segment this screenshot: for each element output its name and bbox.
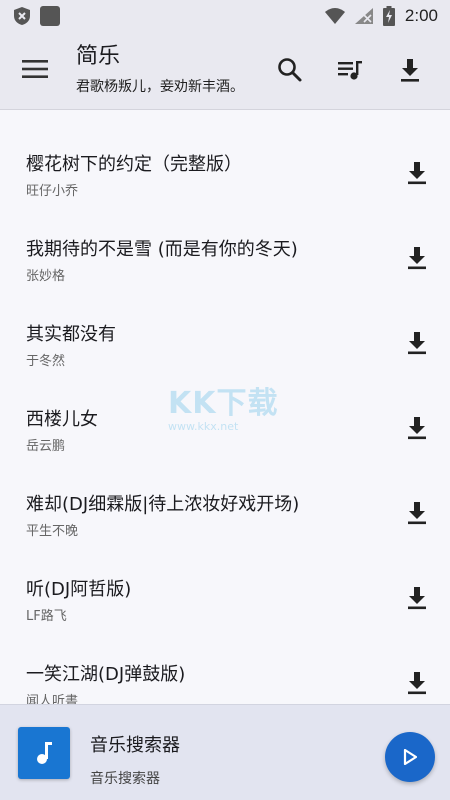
status-bar-right: 2:00 [324,6,438,26]
album-art[interactable] [18,727,70,779]
download-icon[interactable] [404,500,430,526]
song-artist: LF路飞 [26,609,67,624]
song-artist: 岳云鹏 [26,439,66,454]
song-artist: 旺仔小乔 [26,184,79,199]
wifi-icon [324,8,345,24]
song-title: 樱花树下的约定（完整版） [26,154,242,175]
song-artist: 平生不晚 [26,524,79,539]
music-note-icon [37,742,52,764]
download-icon[interactable] [404,245,430,271]
status-bar: 2:00 [0,0,450,32]
download-icon[interactable] [404,670,430,696]
shield-x-icon [14,7,30,25]
song-item[interactable]: 西楼儿女 岳云鹏 [0,405,450,490]
song-title: 我期待的不是雪 (而是有你的冬天) [26,239,298,260]
status-time: 2:00 [404,6,438,25]
song-item[interactable]: 听(DJ阿哲版) LF路飞 [0,575,450,660]
partially-visible-artist: · · · · [26,110,55,115]
song-title: 其实都没有 [26,324,116,345]
song-item[interactable]: 难却(DJ细霖版|待上浓妆好戏开场) 平生不晚 [0,490,450,575]
song-title: 一笑江湖(DJ弹鼓版) [26,664,186,685]
player-subtitle: 音乐搜索器 [90,771,160,787]
download-icon[interactable] [404,330,430,356]
queue-music-icon[interactable] [336,56,364,84]
no-signal-icon [354,8,373,24]
download-icon[interactable] [396,56,424,84]
download-icon[interactable] [404,415,430,441]
menu-icon[interactable] [22,58,48,80]
notification-app-icon [40,6,60,26]
song-artist: 张妙格 [26,269,66,284]
status-bar-left [14,6,60,26]
battery-charging-icon [382,6,395,26]
song-item[interactable]: 一笑江湖(DJ弹鼓版) 闻人听書 [0,660,450,704]
song-title: 听(DJ阿哲版) [26,579,132,600]
app-title: 简乐 [76,44,121,69]
song-artist: 于冬然 [26,354,66,369]
song-item[interactable]: 我期待的不是雪 (而是有你的冬天) 张妙格 [0,235,450,320]
app-subtitle: 君歌杨叛儿，妾劝新丰酒。 [76,79,244,95]
mini-player[interactable]: 音乐搜索器 音乐搜索器 [0,704,450,800]
play-button[interactable] [385,732,435,782]
song-item[interactable]: 其实都没有 于冬然 [0,320,450,405]
song-title: 难却(DJ细霖版|待上浓妆好戏开场) [26,494,300,515]
app-bar: 简乐 君歌杨叛儿，妾劝新丰酒。 [0,32,450,110]
app-titles: 简乐 君歌杨叛儿，妾劝新丰酒。 [76,42,244,96]
song-title: 西楼儿女 [26,409,98,430]
download-icon[interactable] [404,160,430,186]
song-list[interactable]: · · · · 樱花树下的约定（完整版） 旺仔小乔 我期待的不是雪 (而是有你的… [0,110,450,704]
song-artist: 闻人听書 [26,694,79,704]
player-title: 音乐搜索器 [90,735,180,756]
search-icon[interactable] [276,56,304,84]
play-icon [403,749,417,765]
song-item[interactable]: 樱花树下的约定（完整版） 旺仔小乔 [0,150,450,235]
download-icon[interactable] [404,585,430,611]
